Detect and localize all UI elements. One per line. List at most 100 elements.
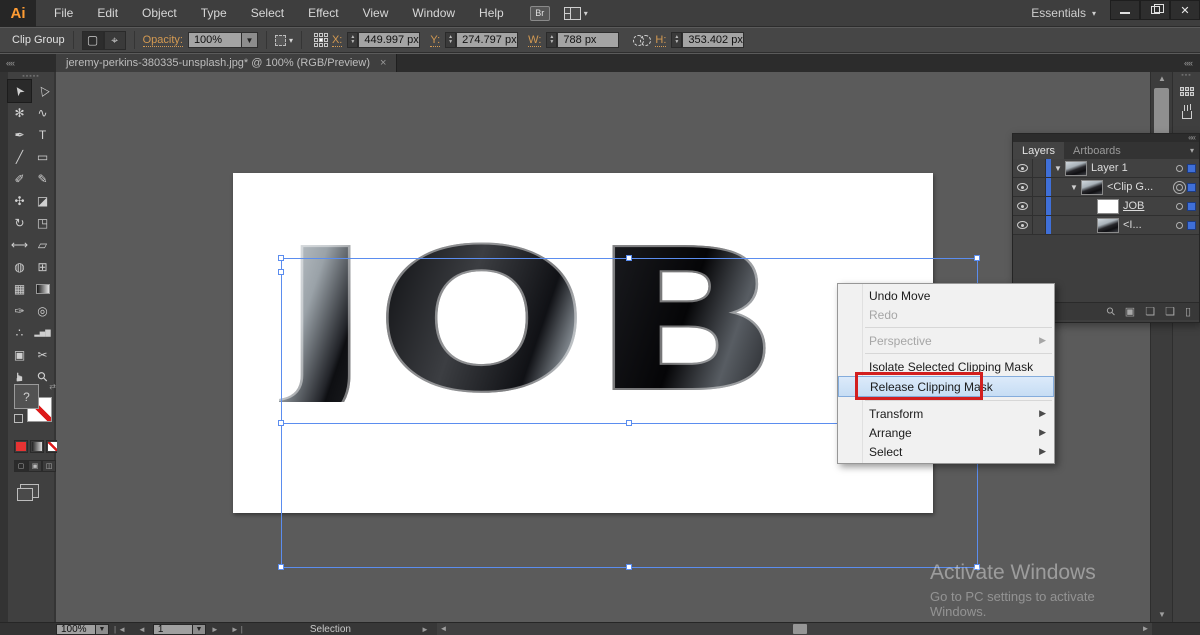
layer-thumbnail[interactable] (1097, 199, 1119, 214)
tool-symbol-sprayer[interactable]: ∴ (8, 322, 31, 344)
swatches-panel-icon[interactable] (1173, 79, 1200, 103)
horizontal-scrollbar[interactable]: ◄ ► (437, 622, 1152, 635)
y-field[interactable]: 274.797 px (456, 32, 518, 48)
tool-rectangle[interactable]: ▭ (31, 146, 54, 168)
arrange-documents-button[interactable]: ▾ (564, 7, 588, 20)
menu-item-file[interactable]: File (42, 0, 85, 26)
new-layer-icon[interactable]: ❑ (1165, 305, 1175, 318)
layer-name[interactable]: JOB (1123, 200, 1144, 212)
layer-thumbnail[interactable] (1081, 180, 1103, 195)
lock-column[interactable] (1033, 216, 1046, 234)
tool-blob-brush[interactable]: ✣ (8, 190, 31, 212)
selection-handle[interactable] (278, 420, 284, 426)
tool-gradient[interactable] (31, 278, 54, 300)
visibility-toggle[interactable] (1013, 216, 1033, 234)
expander-icon[interactable]: ▼ (1053, 164, 1063, 173)
tool-perspective-grid[interactable]: ⊞ (31, 256, 54, 278)
h-label[interactable]: H: (655, 34, 666, 47)
scroll-left-icon[interactable]: ◄ (437, 623, 450, 635)
menu-item-object[interactable]: Object (130, 0, 189, 26)
swap-fill-stroke-icon[interactable]: ⇄ (49, 382, 56, 391)
artboard-number-field[interactable]: 1 (153, 624, 193, 635)
y-label[interactable]: Y: (430, 34, 440, 47)
w-field[interactable]: 788 px (557, 32, 619, 48)
make-clip-mask-icon[interactable]: ▣ (1125, 305, 1135, 318)
h-stepper[interactable]: ▲▼ (671, 32, 682, 48)
new-sublayer-icon[interactable]: ❏ (1145, 305, 1155, 318)
tool-paintbrush[interactable]: ✐ (8, 168, 31, 190)
x-field[interactable]: 449.997 px (358, 32, 420, 48)
selection-handle[interactable] (278, 269, 284, 275)
y-stepper[interactable]: ▲▼ (445, 32, 456, 48)
lock-column[interactable] (1033, 159, 1046, 177)
menu-item-effect[interactable]: Effect (296, 0, 350, 26)
layer-thumbnail[interactable] (1065, 161, 1087, 176)
tool-column-graph[interactable]: ▂▅▇ (31, 322, 54, 344)
tool-artboard[interactable]: ▣ (8, 344, 31, 366)
tool-width[interactable]: ⟷ (8, 234, 31, 256)
visibility-toggle[interactable] (1013, 159, 1033, 177)
x-stepper[interactable]: ▲▼ (347, 32, 358, 48)
target-circle-icon[interactable] (1176, 222, 1183, 229)
menu-item-select[interactable]: Select (239, 0, 296, 26)
selection-color-chip[interactable] (1187, 202, 1196, 211)
menu-item-window[interactable]: Window (400, 0, 467, 26)
tool-blend[interactable]: ◎ (31, 300, 54, 322)
minimize-button[interactable] (1110, 0, 1140, 20)
zoom-level-field[interactable]: 100% (56, 624, 96, 635)
edit-clipping-path-button[interactable]: ▢ (82, 31, 104, 50)
tab-artboards[interactable]: Artboards (1064, 142, 1130, 159)
tool-lasso[interactable]: ∿ (31, 102, 54, 124)
layer-thumbnail[interactable] (1097, 218, 1119, 233)
fill-swatch[interactable]: ? (14, 384, 39, 409)
opacity-value[interactable]: 100% (188, 32, 242, 48)
tool-pencil[interactable]: ✎ (31, 168, 54, 190)
context-menu-item-transform[interactable]: Transform▶ (838, 404, 1054, 423)
gradient-button[interactable] (30, 440, 44, 453)
selection-color-chip[interactable] (1187, 183, 1196, 192)
h-field[interactable]: 353.402 px (682, 32, 744, 48)
tool-free-transform[interactable]: ▱ (31, 234, 54, 256)
context-menu-item-perspective[interactable]: Perspective▶ (838, 331, 1054, 350)
close-button[interactable]: ✕ (1170, 0, 1200, 20)
edit-contents-button[interactable]: ⌖ (104, 31, 126, 50)
opacity-label[interactable]: Opacity: (143, 34, 183, 47)
screen-mode-button[interactable] (20, 484, 39, 498)
context-menu-item-arrange[interactable]: Arrange▶ (838, 423, 1054, 442)
context-menu-item-undo-move[interactable]: Undo Move (838, 286, 1054, 305)
selection-handle[interactable] (974, 255, 980, 261)
layer-row-i[interactable]: <I... (1013, 216, 1199, 235)
selection-handle[interactable] (626, 420, 632, 426)
job-clip-group-artwork[interactable]: JOB (279, 242, 785, 402)
opacity-dropdown-icon[interactable]: ▼ (242, 32, 258, 48)
tool-selection[interactable]: ➤ (8, 80, 31, 102)
artboard-dropdown-icon[interactable]: ▼ (193, 624, 206, 635)
context-menu-item-release-clipping-mask[interactable]: Release Clipping Mask (838, 376, 1054, 397)
tool-rotate[interactable]: ↻ (8, 212, 31, 234)
context-menu-item-redo[interactable]: Redo (838, 305, 1054, 324)
menu-item-type[interactable]: Type (189, 0, 239, 26)
document-tab[interactable]: jeremy-perkins-380335-unsplash.jpg* @ 10… (56, 54, 397, 72)
dock-grip[interactable]: ▪▪▪ (1173, 72, 1200, 79)
selection-color-chip[interactable] (1187, 164, 1196, 173)
context-menu-item-isolate-selected-clipping-mask[interactable]: Isolate Selected Clipping Mask (838, 357, 1054, 376)
vertical-scrollbar-thumb[interactable] (1154, 88, 1169, 136)
target-circle-icon[interactable] (1176, 165, 1183, 172)
layer-row-clipg[interactable]: ▼ <Clip G... (1013, 178, 1199, 197)
layer-name[interactable]: <Clip G... (1107, 181, 1153, 193)
toolbar-collapse-icon[interactable]: «« (0, 54, 56, 72)
layer-name[interactable]: <I... (1123, 219, 1142, 231)
status-next-icon[interactable]: ► (421, 625, 429, 634)
menu-item-edit[interactable]: Edit (85, 0, 130, 26)
draw-behind-button[interactable]: ▣ (28, 460, 42, 472)
layer-row-layer1[interactable]: ▼Layer 1 (1013, 159, 1199, 178)
expander-icon[interactable]: ▼ (1069, 183, 1079, 192)
menu-item-help[interactable]: Help (467, 0, 516, 26)
horizontal-scrollbar-thumb[interactable] (793, 624, 807, 634)
workspace-switcher[interactable]: Essentials ▾ (1031, 6, 1096, 20)
tool-mesh[interactable]: ▦ (8, 278, 31, 300)
tool-slice[interactable]: ✂ (31, 344, 54, 366)
tool-eraser[interactable]: ◪ (31, 190, 54, 212)
tool-scale[interactable]: ◳ (31, 212, 54, 234)
delete-icon[interactable]: ▯ (1185, 305, 1191, 318)
